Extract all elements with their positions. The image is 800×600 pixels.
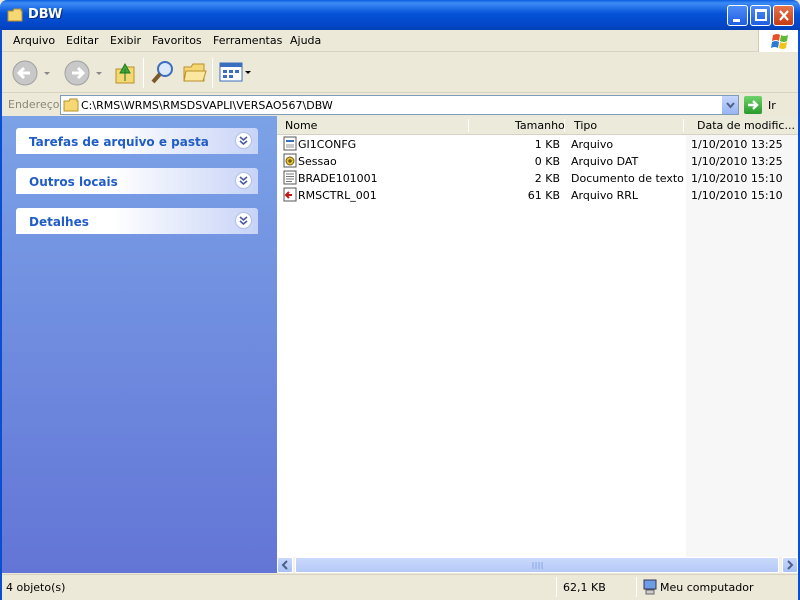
status-location: Meu computador xyxy=(660,581,754,594)
menu-label: Ferramentas xyxy=(213,34,283,47)
file-name: Sessao xyxy=(298,155,337,168)
file-name: GI1CONFG xyxy=(298,138,357,151)
maximize-button[interactable] xyxy=(750,5,771,26)
column-divider[interactable] xyxy=(468,119,469,132)
address-input[interactable]: C:\RMS\WRMS\RMSDSVAPLI\VERSAO567\DBW xyxy=(60,95,739,115)
file-type: Arquivo RRL xyxy=(571,189,639,202)
chevron-down-icon[interactable] xyxy=(235,212,252,229)
up-folder-button[interactable] xyxy=(114,59,138,88)
folders-button[interactable] xyxy=(182,59,208,88)
file-row[interactable]: RMSCTRL_001 61 KB Arquivo RRL 1/10/2010 … xyxy=(277,187,798,204)
window-title: DBW xyxy=(28,7,63,22)
task-section-details[interactable]: Detalhes xyxy=(16,208,258,234)
file-date: 1/10/2010 15:10 xyxy=(691,172,783,185)
chevron-down-icon[interactable] xyxy=(235,172,252,189)
toolbar-separator xyxy=(212,58,213,88)
scroll-thumb[interactable] xyxy=(295,557,779,573)
address-bar: Endereço C:\RMS\WRMS\RMSDSVAPLI\VERSAO56… xyxy=(0,94,800,116)
back-button[interactable] xyxy=(12,59,52,90)
menu-label: Ajuda xyxy=(290,34,322,47)
status-bar: 4 objeto(s) 62,1 KB Meu computador xyxy=(0,574,800,600)
computer-icon xyxy=(643,579,657,598)
menu-ajuda[interactable]: Ajuda xyxy=(290,34,321,47)
column-header-date[interactable]: Data de modific... xyxy=(697,119,795,132)
menu-exibir[interactable]: Exibir xyxy=(110,34,141,47)
file-size: 2 KB xyxy=(534,172,560,185)
file-date: 1/10/2010 15:10 xyxy=(691,189,783,202)
task-section-other-places[interactable]: Outros locais xyxy=(16,168,258,194)
task-pane: Tarefas de arquivo e pasta Outros locais… xyxy=(0,116,277,573)
file-size: 61 KB xyxy=(527,189,560,202)
task-section-title: Tarefas de arquivo e pasta xyxy=(29,135,209,149)
file-date: 1/10/2010 13:25 xyxy=(691,138,783,151)
address-dropdown-button[interactable] xyxy=(721,96,738,114)
scroll-left-button[interactable] xyxy=(277,557,293,573)
generic-file-icon xyxy=(283,136,297,151)
menu-ferramentas[interactable]: Ferramentas xyxy=(213,34,282,47)
chevron-down-icon[interactable] xyxy=(235,132,252,149)
status-object-count: 4 objeto(s) xyxy=(6,581,66,594)
menu-favoritos[interactable]: Favoritos xyxy=(152,34,202,47)
scroll-right-button[interactable] xyxy=(782,557,798,573)
close-button[interactable] xyxy=(773,5,794,26)
task-section-file-folder[interactable]: Tarefas de arquivo e pasta xyxy=(16,128,258,154)
menu-editar[interactable]: Editar xyxy=(66,34,99,47)
go-arrow-icon xyxy=(744,96,762,114)
go-button[interactable]: Ir xyxy=(744,96,800,114)
menu-bar: Arquivo Editar Exibir Favoritos Ferramen… xyxy=(0,30,800,52)
text-file-icon xyxy=(283,170,297,185)
task-section-title: Outros locais xyxy=(29,175,118,189)
status-size: 62,1 KB xyxy=(563,581,606,594)
window-frame-left xyxy=(0,30,2,600)
menu-label: Favoritos xyxy=(152,34,202,47)
column-header-type[interactable]: Tipo xyxy=(574,119,597,132)
rrl-file-icon xyxy=(283,187,297,202)
status-divider xyxy=(636,577,637,597)
file-size: 0 KB xyxy=(534,155,560,168)
file-type: Arquivo DAT xyxy=(571,155,639,168)
dat-file-icon xyxy=(283,153,297,168)
horizontal-scrollbar[interactable] xyxy=(277,557,798,573)
forward-button[interactable] xyxy=(64,59,104,90)
search-button[interactable] xyxy=(150,59,176,88)
file-name: RMSCTRL_001 xyxy=(298,189,377,202)
status-divider xyxy=(556,577,557,597)
column-header-row: Nome Tamanho Tipo Data de modific... xyxy=(277,116,798,135)
column-header-name[interactable]: Nome xyxy=(285,119,317,132)
column-divider[interactable] xyxy=(564,119,565,132)
go-label: Ir xyxy=(768,99,776,112)
title-bar[interactable]: DBW xyxy=(0,0,800,30)
file-row[interactable]: BRADE101001 2 KB Documento de texto 1/10… xyxy=(277,170,798,187)
menu-label: Arquivo xyxy=(13,34,56,47)
menu-arquivo[interactable]: Arquivo xyxy=(13,34,55,47)
file-row[interactable]: GI1CONFG 1 KB Arquivo 1/10/2010 13:25 xyxy=(277,136,798,153)
menu-label: Exibir xyxy=(110,34,142,47)
views-button[interactable] xyxy=(219,59,255,88)
toolbar xyxy=(0,53,800,93)
menu-label: Editar xyxy=(66,34,99,47)
file-type: Documento de texto xyxy=(571,172,684,185)
windows-logo-icon xyxy=(758,30,800,52)
folder-icon xyxy=(63,98,79,115)
address-label: Endereço xyxy=(8,98,60,111)
folder-icon xyxy=(7,8,23,22)
minimize-button[interactable] xyxy=(727,5,748,26)
file-date: 1/10/2010 13:25 xyxy=(691,155,783,168)
file-name: BRADE101001 xyxy=(298,172,378,185)
file-list: Nome Tamanho Tipo Data de modific... GI1… xyxy=(277,116,798,557)
column-header-size[interactable]: Tamanho xyxy=(515,119,565,132)
column-divider[interactable] xyxy=(683,119,684,132)
toolbar-separator xyxy=(143,58,144,88)
task-section-title: Detalhes xyxy=(29,215,89,229)
file-type: Arquivo xyxy=(571,138,614,151)
file-size: 1 KB xyxy=(534,138,560,151)
file-row[interactable]: Sessao 0 KB Arquivo DAT 1/10/2010 13:25 xyxy=(277,153,798,170)
address-path: C:\RMS\WRMS\RMSDSVAPLI\VERSAO567\DBW xyxy=(81,99,333,112)
